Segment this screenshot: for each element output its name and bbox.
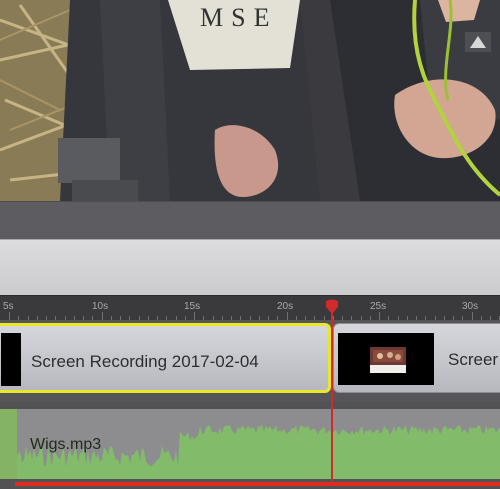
svg-text:MSE: MSE bbox=[200, 3, 277, 32]
playhead-marker-icon[interactable] bbox=[324, 299, 340, 315]
playhead-line[interactable] bbox=[331, 305, 333, 481]
ruler-label: 30s bbox=[462, 301, 479, 312]
clip-title: Screer bbox=[448, 350, 499, 369]
thumbnail-image bbox=[370, 347, 406, 373]
audio-volume-line bbox=[15, 482, 500, 486]
ruler-label: 20s bbox=[277, 301, 294, 312]
audio-clip[interactable]: Wigs.mp3 bbox=[0, 409, 500, 479]
ruler-tick bbox=[471, 312, 473, 320]
preview-frame-image: MSE bbox=[0, 0, 500, 201]
clip-thumbnail bbox=[1, 333, 21, 386]
ruler-tick bbox=[379, 312, 380, 320]
clip-thumbnail bbox=[338, 333, 434, 385]
ruler-label: 15s bbox=[184, 301, 201, 312]
toolbar-area bbox=[0, 239, 500, 296]
audio-clip-title: Wigs.mp3 bbox=[30, 436, 102, 453]
ruler-tick bbox=[9, 312, 10, 320]
clip-title: Screen Recording 2017-02-04 bbox=[31, 352, 259, 371]
audio-clip-handle[interactable] bbox=[0, 409, 17, 479]
video-clip[interactable]: Screer bbox=[333, 323, 500, 393]
ruler-tick bbox=[101, 312, 103, 320]
audio-track: Wigs.mp3 bbox=[0, 402, 500, 489]
ruler-tick bbox=[194, 312, 195, 320]
ruler-tick bbox=[286, 312, 288, 320]
timeline-ruler[interactable]: 5s 10s 15s 20s 25s 30s bbox=[0, 295, 500, 321]
video-preview: MSE bbox=[0, 0, 500, 201]
ruler-label: 10s bbox=[92, 301, 109, 312]
preview-bottom-bar bbox=[0, 201, 500, 240]
ruler-label: 5s bbox=[3, 301, 14, 312]
video-clip-selected[interactable]: Screen Recording 2017-02-04 bbox=[0, 323, 331, 393]
ruler-label: 25s bbox=[370, 301, 387, 312]
video-track: Screen Recording 2017-02-04 Screer bbox=[0, 320, 500, 402]
